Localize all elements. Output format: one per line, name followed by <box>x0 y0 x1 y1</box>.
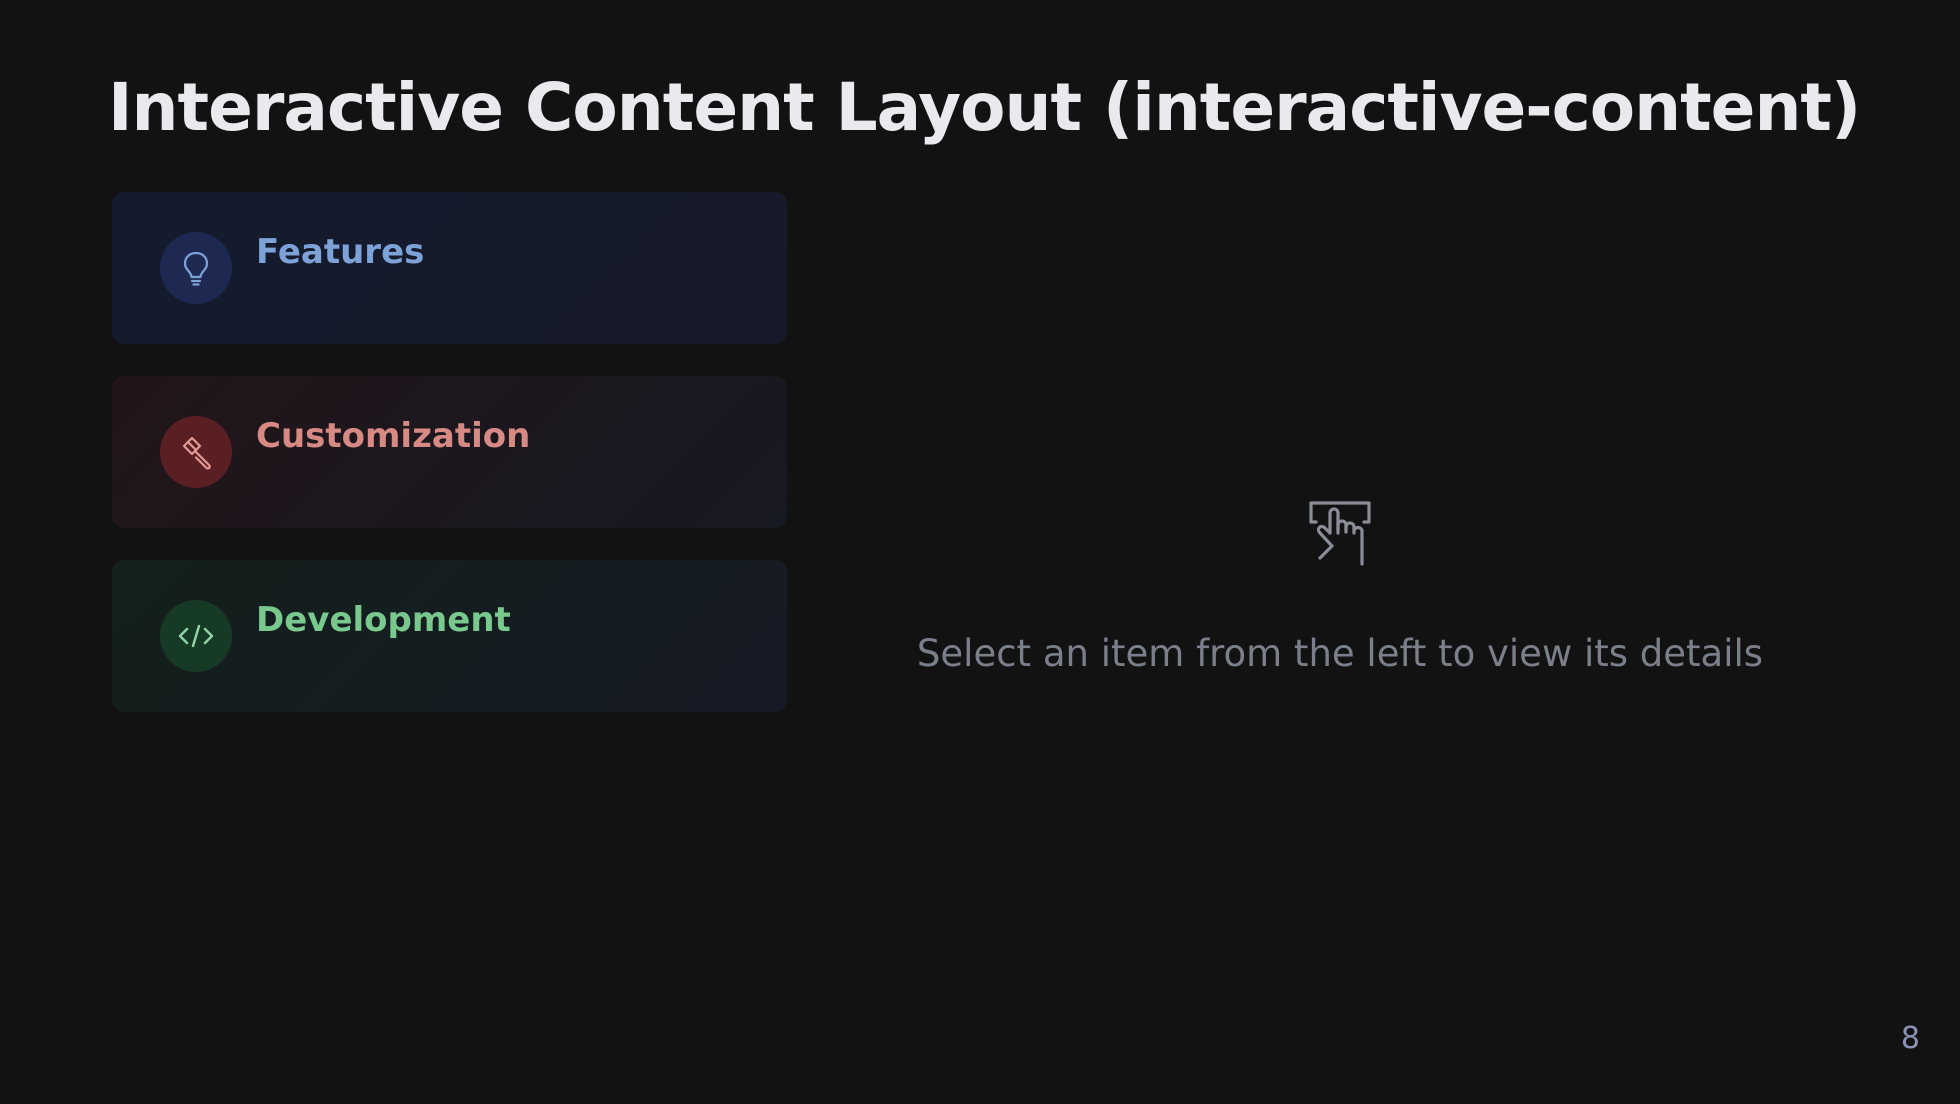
item-card-features[interactable]: Features <box>112 192 787 344</box>
detail-panel: Select an item from the left to view its… <box>840 460 1840 720</box>
item-card-label: Features <box>256 232 425 272</box>
item-list: Features Customization Development <box>112 192 787 744</box>
code-icon <box>160 600 232 672</box>
item-card-development[interactable]: Development <box>112 560 787 712</box>
lightbulb-icon <box>160 232 232 304</box>
detail-placeholder-text: Select an item from the left to view its… <box>916 632 1764 675</box>
page-number: 8 <box>1900 1021 1920 1056</box>
paintbrush-icon <box>160 416 232 488</box>
item-card-label: Customization <box>256 416 531 456</box>
hand-pointer-icon <box>1309 501 1371 566</box>
item-card-label: Development <box>256 600 511 640</box>
item-card-customization[interactable]: Customization <box>112 376 787 528</box>
slide-title: Interactive Content Layout (interactive-… <box>108 69 1861 146</box>
